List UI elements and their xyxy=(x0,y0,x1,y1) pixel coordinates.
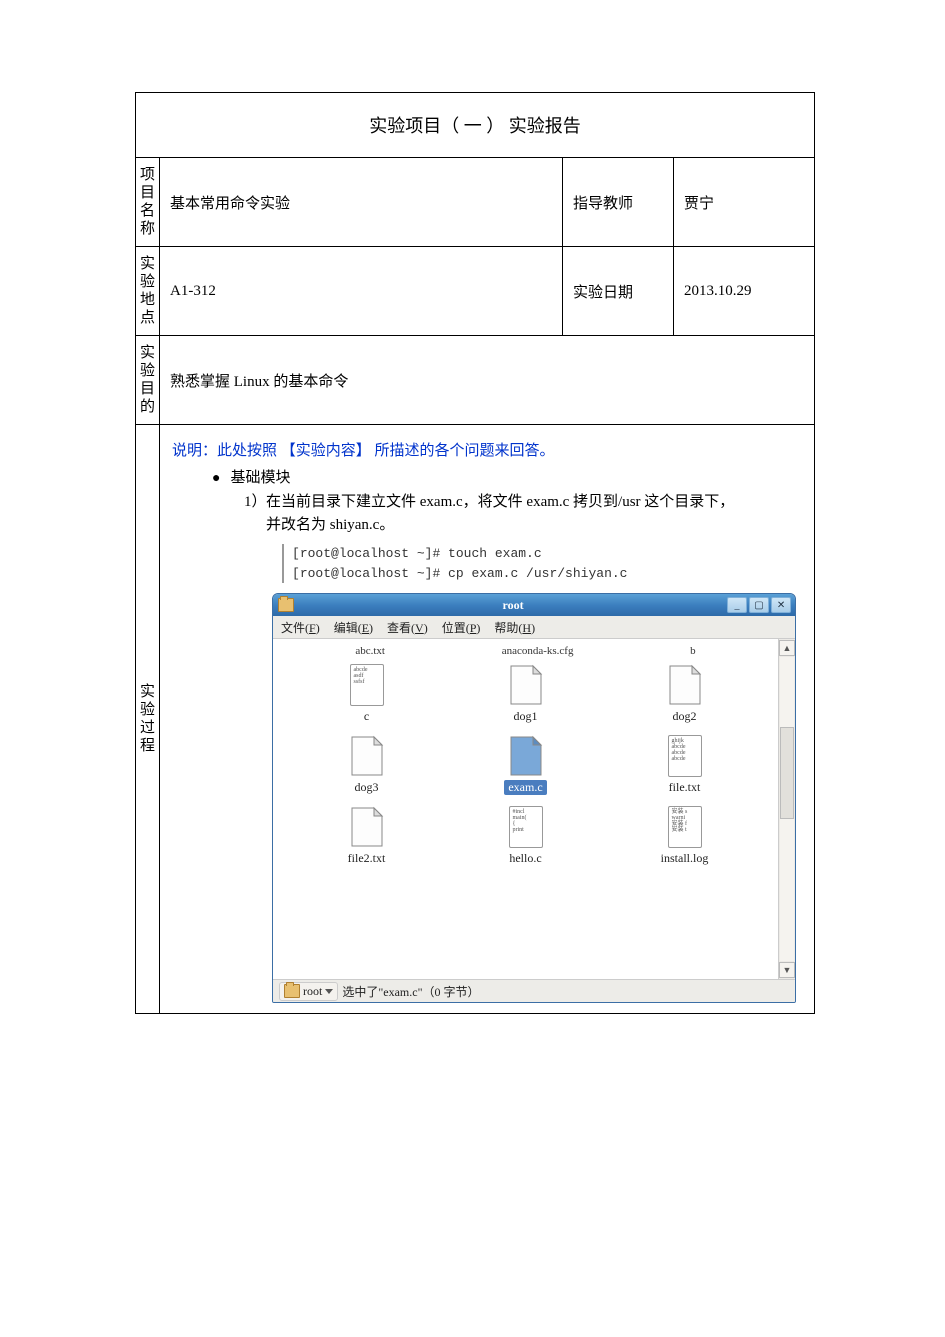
fm-scrollbar[interactable]: ▲ ▼ xyxy=(778,639,795,979)
menu-help[interactable]: 帮助(H) xyxy=(494,619,535,636)
fm-location-label: root xyxy=(303,984,322,999)
file-label: dog2 xyxy=(673,709,697,724)
bullet-icon: ● xyxy=(212,471,220,487)
file-label: dog1 xyxy=(514,709,538,724)
menu-view[interactable]: 查看(V) xyxy=(387,619,428,636)
process-cell: 说明：此处按照 【实验内容】 所描述的各个问题来回答。 ● 基础模块 1）在当前… xyxy=(160,425,815,1014)
window-maximize-button[interactable]: ▢ xyxy=(749,597,769,613)
fm-location-button[interactable]: root xyxy=(279,982,338,1001)
report-table: 实验项目（ 一 ） 实验报告 项目名称 基本常用命令实验 指导教师 贾宁 实验地… xyxy=(135,92,815,1014)
label-date: 实验日期 xyxy=(563,247,674,336)
process-item-1: 1）在当前目录下建立文件 exam.c，将文件 exam.c 拷贝到/usr 这… xyxy=(244,491,802,536)
file-item-file2-txt[interactable]: file2.txt xyxy=(287,805,446,866)
document-icon xyxy=(509,664,543,706)
report-title: 实验项目（ 一 ） 实验报告 xyxy=(136,93,815,158)
value-date: 2013.10.29 xyxy=(674,247,815,336)
fm-titlebar[interactable]: root _ ▢ ✕ xyxy=(273,594,795,616)
fm-file-area[interactable]: abc.txt anaconda-ks.cfg b abcde asdf ssf… xyxy=(273,639,778,979)
text-file-icon: 安装 s warni 安装 f 安装 t xyxy=(668,806,702,848)
window-close-button[interactable]: ✕ xyxy=(771,597,791,613)
file-item-dog3[interactable]: dog3 xyxy=(287,734,446,795)
text-file-icon: #incl main( { print xyxy=(509,806,543,848)
scroll-up-button[interactable]: ▲ xyxy=(779,640,795,656)
bullet-label: 基础模块 xyxy=(230,466,290,487)
file-item-hello-c[interactable]: #incl main( { print hello.c xyxy=(446,805,605,866)
file-item-dog2[interactable]: dog2 xyxy=(605,663,764,724)
file-label: install.log xyxy=(661,851,709,866)
document-icon xyxy=(509,735,543,777)
file-item-install-log[interactable]: 安装 s warni 安装 f 安装 t install.log xyxy=(605,805,764,866)
fm-statusbar: root 选中了"exam.c"（0 字节） xyxy=(273,979,795,1002)
label-teacher: 指导教师 xyxy=(563,158,674,247)
fm-menubar[interactable]: 文件(F) 编辑(E) 查看(V) 位置(P) 帮助(H) xyxy=(273,616,795,639)
fm-cutoff-row: abc.txt anaconda-ks.cfg b xyxy=(277,645,774,657)
folder-icon xyxy=(278,598,294,612)
value-teacher: 贾宁 xyxy=(674,158,815,247)
file-label: exam.c xyxy=(504,780,546,795)
menu-edit[interactable]: 编辑(E) xyxy=(334,619,373,636)
scroll-track[interactable] xyxy=(780,657,794,961)
scroll-down-button[interactable]: ▼ xyxy=(779,962,795,978)
value-project-name: 基本常用命令实验 xyxy=(160,158,563,247)
document-icon xyxy=(350,806,384,848)
process-note: 说明：此处按照 【实验内容】 所描述的各个问题来回答。 xyxy=(172,439,802,460)
file-label: c xyxy=(364,709,369,724)
file-label: file.txt xyxy=(669,780,701,795)
menu-file[interactable]: 文件(F) xyxy=(281,619,320,636)
terminal-line-1: [root@localhost ~]# touch exam.c xyxy=(292,544,802,564)
bullet-basic-module: ● 基础模块 xyxy=(212,466,802,487)
fm-status-text: 选中了"exam.c"（0 字节） xyxy=(342,983,479,1000)
file-item-file-txt[interactable]: ghijk abcde abcde abcde file.txt xyxy=(605,734,764,795)
file-label: hello.c xyxy=(509,851,541,866)
file-item-c[interactable]: abcde asdf ssfsf c xyxy=(287,663,446,724)
text-file-icon: ghijk abcde abcde abcde xyxy=(668,735,702,777)
terminal-line-2: [root@localhost ~]# cp exam.c /usr/shiya… xyxy=(292,564,802,584)
document-icon xyxy=(350,735,384,777)
file-manager-window: root _ ▢ ✕ 文件(F) 编辑(E) 查看(V) 位置(P) 帮助(H) xyxy=(272,593,796,1003)
fm-title: root xyxy=(299,598,727,613)
terminal-snippet: [root@localhost ~]# touch exam.c [root@l… xyxy=(282,544,802,583)
file-item-dog1[interactable]: dog1 xyxy=(446,663,605,724)
folder-icon xyxy=(284,984,300,998)
file-item-exam-c[interactable]: exam.c xyxy=(446,734,605,795)
label-project-name: 项目名称 xyxy=(136,158,160,247)
chevron-down-icon xyxy=(325,989,333,994)
document-icon xyxy=(668,664,702,706)
scroll-thumb[interactable] xyxy=(780,727,794,819)
value-location: A1-312 xyxy=(160,247,563,336)
file-label: dog3 xyxy=(355,780,379,795)
label-location: 实验地点 xyxy=(136,247,160,336)
text-file-icon: abcde asdf ssfsf xyxy=(350,664,384,706)
window-minimize-button[interactable]: _ xyxy=(727,597,747,613)
label-process: 实验过程 xyxy=(136,425,160,1014)
menu-location[interactable]: 位置(P) xyxy=(442,619,481,636)
file-label: file2.txt xyxy=(348,851,386,866)
value-objective: 熟悉掌握 Linux 的基本命令 xyxy=(160,336,815,425)
label-objective: 实验目的 xyxy=(136,336,160,425)
